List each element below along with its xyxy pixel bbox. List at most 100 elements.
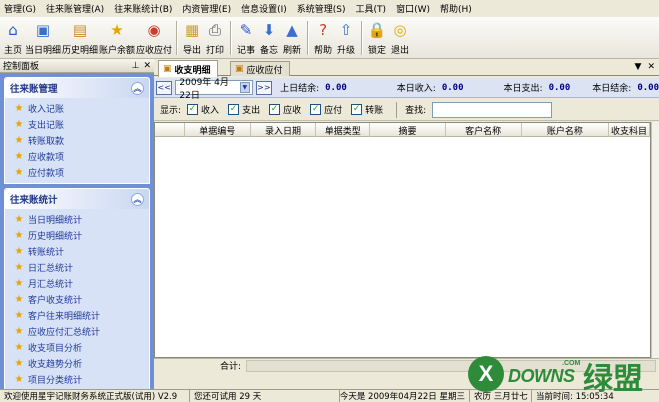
print-icon: ⎙ [209, 21, 222, 39]
tab-icon: ▣ [163, 64, 172, 74]
tab-strip: ▣ 收支明细 ▣ 应收应付 ▼ ✕ [154, 59, 659, 77]
date-picker[interactable]: 2009年 4月22日 ▼ [175, 78, 253, 101]
toolbar-button-8[interactable]: ⬇ 备忘 [258, 19, 280, 57]
panel-group-header[interactable]: 往来账管理 ︽ [5, 78, 149, 98]
detail-grid[interactable]: 单据编号 录入日期 单据类型 摘要 客户名称 账户名称 收支科目 [154, 122, 651, 358]
column-header[interactable]: 客户名称 [446, 123, 522, 137]
panel-item[interactable]: ★ 转账统计 [13, 243, 149, 259]
today-balance-value: 0.00 [637, 82, 659, 93]
toolbar-button-4[interactable]: ◉ 应收应付 [136, 19, 172, 57]
star-icon: ★ [14, 118, 24, 130]
expense-value: 0.00 [548, 82, 571, 93]
toolbar-button-2[interactable]: ▤ 历史明细 [62, 19, 98, 57]
daily-detail-icon: ▣ [35, 21, 51, 39]
star-icon: ★ [14, 373, 24, 385]
toolbar-label: 退出 [391, 46, 410, 56]
menu-capital[interactable]: 内资管理(E) [182, 2, 231, 15]
filter-checkbox[interactable]: ✓ 应付 [310, 103, 342, 116]
column-header[interactable]: 单据编号 [185, 123, 251, 137]
lock-icon: 🔒 [367, 21, 387, 39]
toolbar-button-12[interactable]: 🔒 锁定 [366, 19, 388, 57]
close-icon[interactable]: ✕ [143, 61, 151, 71]
chevron-down-icon[interactable]: ▼ [239, 82, 250, 93]
toolbar-button-10[interactable]: ? 帮助 [312, 19, 334, 57]
menu-tools[interactable]: 工具(T) [356, 2, 387, 15]
panel-item[interactable]: ★ 月汇总统计 [13, 275, 149, 291]
filter-checkbox[interactable]: ✓ 转账 [351, 103, 383, 116]
collapse-chevron-icon[interactable]: ︽ [131, 192, 144, 206]
toolbar-button-9[interactable]: ▲ 刷新 [281, 19, 303, 57]
panel-item[interactable]: ★ 客户往来明细统计 [13, 307, 149, 323]
checkmark-icon[interactable]: ✓ [228, 104, 240, 115]
checkmark-icon[interactable]: ✓ [351, 104, 363, 115]
panel-item[interactable]: ★ 历史明细统计 [13, 227, 149, 243]
panel-item[interactable]: ★ 当日明细统计 [13, 211, 149, 227]
tab-close-icon[interactable]: ✕ [647, 62, 655, 72]
pin-icon[interactable]: ⊥ [132, 61, 140, 71]
collapse-chevron-icon[interactable]: ︽ [131, 81, 144, 95]
menu-stats[interactable]: 往来账统计(B) [114, 2, 172, 15]
menu-help[interactable]: 帮助(H) [440, 2, 472, 15]
filter-checkbox[interactable]: ✓ 收入 [187, 103, 219, 116]
menu-window[interactable]: 窗口(W) [396, 2, 430, 15]
panel-item[interactable]: ★ 项目分类统计 [13, 371, 149, 387]
next-day-button[interactable]: >> [255, 80, 273, 95]
panel-item[interactable]: ★ 收入记账 [13, 100, 149, 116]
panel-item[interactable]: ★ 收支趋势分析 [13, 355, 149, 371]
menu-manage[interactable]: 管理(G) [4, 2, 36, 15]
panel-item[interactable]: ★ 应收应付汇总统计 [13, 323, 149, 339]
column-header[interactable]: 收支科目 [609, 123, 650, 137]
menu-bar: 管理(G) 往来账管理(A) 往来账统计(B) 内资管理(E) 信息设置(I) … [0, 0, 659, 17]
filter-checkbox[interactable]: ✓ 支出 [228, 103, 260, 116]
toolbar-button-6[interactable]: ⎙ 打印 [204, 19, 226, 57]
panel-item-label: 支出记账 [28, 120, 65, 131]
tab-icon: ▣ [235, 64, 244, 74]
panel-item-label: 应收应付汇总统计 [28, 327, 101, 338]
toolbar-label: 主页 [3, 46, 22, 56]
menu-accounts[interactable]: 往来账管理(A) [46, 2, 104, 15]
panel-item[interactable]: ★ 日汇总统计 [13, 259, 149, 275]
toolbar-button-13[interactable]: ◎ 退出 [389, 19, 411, 57]
refresh-icon: ▲ [286, 21, 298, 39]
toolbar-button-1[interactable]: ▣ 当日明细 [25, 19, 61, 57]
menu-system[interactable]: 系统管理(S) [297, 2, 346, 15]
expense-label: 本日支出: [503, 84, 543, 94]
panel-item[interactable]: ★ 应收款项 [13, 148, 149, 164]
column-header[interactable]: 账户名称 [522, 123, 610, 137]
toolbar-button-11[interactable]: ⇧ 升级 [335, 19, 357, 57]
menu-info[interactable]: 信息设置(I) [241, 2, 287, 15]
column-header[interactable]: 摘要 [370, 123, 446, 137]
toolbar-button-3[interactable]: ★ 账户余额 [99, 19, 135, 57]
star-icon: ★ [14, 357, 24, 369]
checkmark-icon[interactable]: ✓ [269, 104, 281, 115]
toolbar-button-5[interactable]: ▦ 导出 [181, 19, 203, 57]
panel-item-label: 转账取款 [28, 136, 65, 147]
checkmark-icon[interactable]: ✓ [310, 104, 322, 115]
toolbar-label: 历史明细 [62, 46, 99, 56]
checkmark-icon[interactable]: ✓ [187, 104, 199, 115]
prev-day-button[interactable]: << [156, 80, 173, 95]
column-header[interactable]: 录入日期 [251, 123, 317, 137]
search-input[interactable] [432, 101, 553, 118]
panel-item[interactable]: ★ 收支项目分析 [13, 339, 149, 355]
panel-item[interactable]: ★ 应付款项 [13, 164, 149, 180]
panel-item-label: 客户往来明细统计 [28, 311, 101, 322]
panel-item[interactable]: ★ 支出记账 [13, 116, 149, 132]
panel-group-header[interactable]: 往来账统计 ︽ [5, 189, 149, 209]
toolbar-label: 应收应付 [136, 46, 173, 56]
control-panel: 控制面板 ⊥ ✕ 往来账管理 ︽ ★ 收入记账 ★ 支出记账 ★ 转账取款 ★ 应收款项 ★ 应付款项… [0, 59, 154, 389]
panel-item[interactable]: ★ 客户收支统计 [13, 291, 149, 307]
panel-item-label: 日汇总统计 [28, 263, 74, 274]
filter-separator [396, 101, 398, 118]
toolbar-button-7[interactable]: ✎ 记事 [235, 19, 257, 57]
tab-menu-icon[interactable]: ▼ [635, 62, 642, 72]
filter-checkbox[interactable]: ✓ 应收 [269, 103, 301, 116]
toolbar-separator [230, 21, 233, 55]
vertical-scrollbar[interactable] [651, 122, 659, 358]
panel-item[interactable]: ★ 转账取款 [13, 132, 149, 148]
column-header[interactable]: 单据类型 [316, 123, 371, 137]
panel-item-label: 历史明细统计 [28, 231, 83, 242]
panel-item-label: 转账统计 [28, 247, 65, 258]
star-icon: ★ [14, 102, 24, 114]
toolbar-button-0[interactable]: ⌂ 主页 [2, 19, 24, 57]
